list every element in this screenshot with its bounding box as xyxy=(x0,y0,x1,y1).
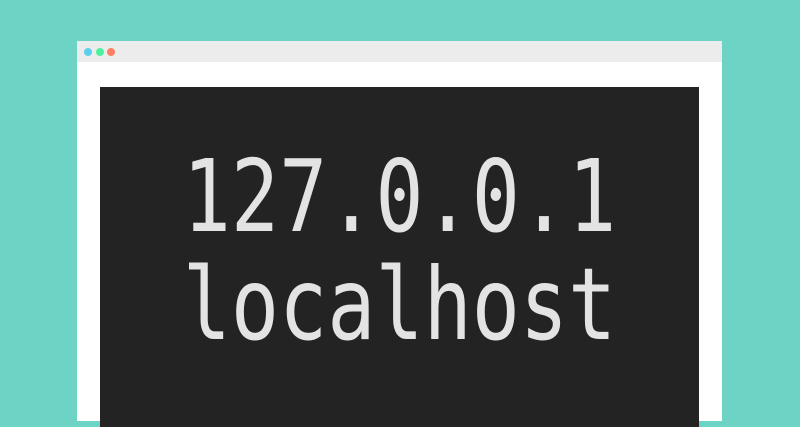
hostname-text: localhost xyxy=(182,246,617,363)
title-bar xyxy=(77,41,722,62)
minimize-dot-icon[interactable] xyxy=(96,48,104,56)
close-dot-icon[interactable] xyxy=(84,48,92,56)
ip-address-text: 127.0.0.1 xyxy=(182,138,617,255)
browser-window: 127.0.0.1 localhost xyxy=(77,41,722,427)
maximize-dot-icon[interactable] xyxy=(107,48,115,56)
terminal-panel: 127.0.0.1 localhost xyxy=(100,87,699,427)
